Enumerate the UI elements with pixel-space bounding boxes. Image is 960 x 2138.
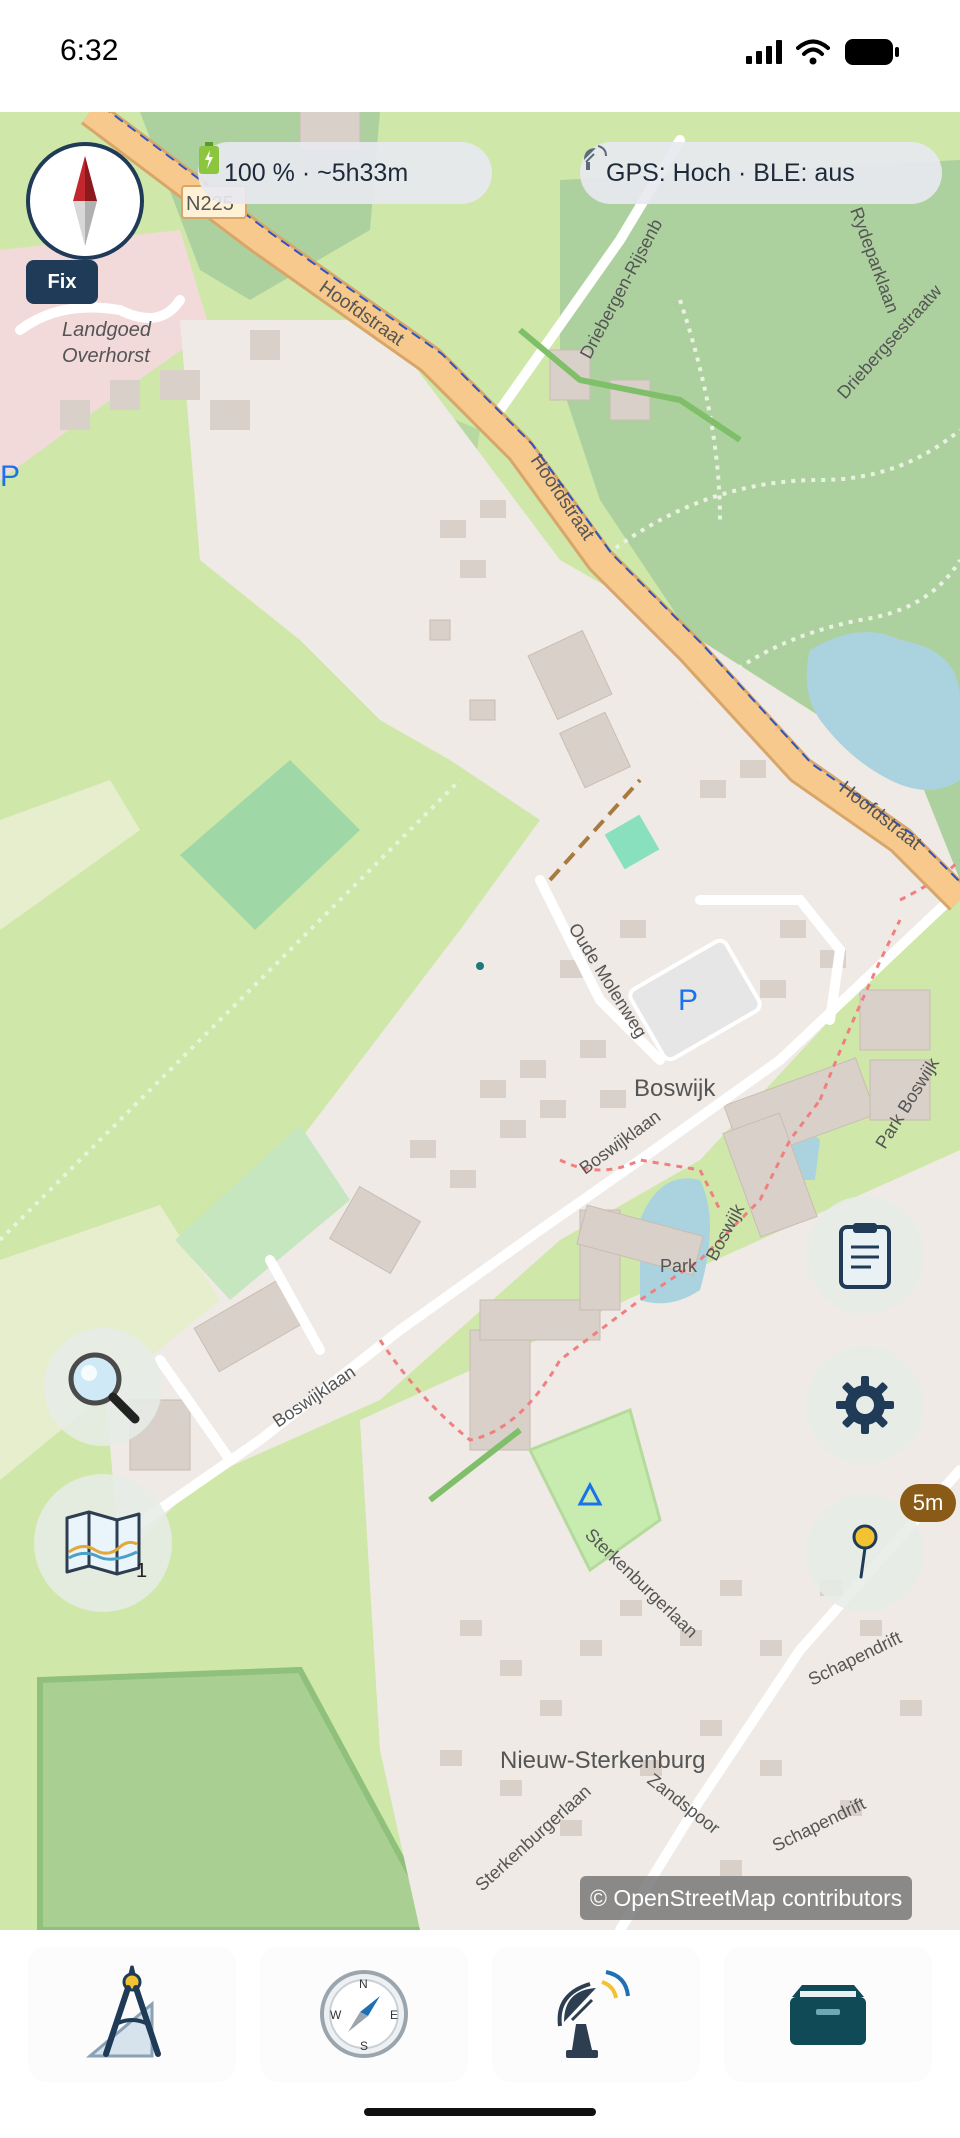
label-park: Park (660, 1256, 698, 1276)
battery-pill: 100 % · ~5h33m (198, 142, 492, 204)
satellite-dish-icon (557, 1970, 630, 2058)
gps-status-pill: GPS: Hoch · BLE: aus (580, 142, 942, 204)
folded-map-icon (65, 1510, 141, 1576)
battery-status-icon (845, 39, 899, 65)
parking-sign-main: P (678, 984, 698, 1017)
search-button[interactable] (44, 1328, 162, 1446)
label-overhorst: Overhorst (62, 345, 151, 367)
tab-navigate[interactable]: N S W E (260, 1946, 468, 2082)
svg-text:N: N (359, 1977, 368, 1991)
map-attribution[interactable]: © OpenStreetMap contributors (580, 1876, 913, 1920)
checklist-button[interactable] (806, 1196, 924, 1314)
tab-files[interactable] (724, 1946, 932, 2082)
bottom-tab-bar: N S W E (0, 1930, 960, 2138)
parking-sign-left: P (0, 460, 20, 493)
magnifier-icon (68, 1352, 140, 1424)
fix-badge[interactable]: Fix (26, 260, 98, 304)
map-layers-button[interactable]: 1 (34, 1474, 172, 1612)
distance-badge: 5m (900, 1484, 956, 1522)
tab-measure[interactable] (28, 1946, 236, 2082)
map-view[interactable]: N225 P P Landgoed Overhorst Hoofdstraat … (0, 112, 960, 1930)
label-landgoed: Landgoed (62, 319, 152, 341)
svg-text:E: E (390, 2008, 398, 2022)
status-time: 6:32 (60, 34, 119, 67)
wifi-icon (796, 39, 830, 65)
battery-text: 100 % · ~5h33m (224, 158, 409, 187)
signal-icon (746, 40, 782, 64)
compass-needle-icon (73, 156, 97, 246)
layers-count: 1 (136, 1560, 148, 1582)
map-canvas[interactable]: N225 P P Landgoed Overhorst Hoofdstraat … (0, 112, 960, 1930)
gear-icon (836, 1376, 894, 1434)
battery-icon (199, 142, 219, 174)
map-compass-button[interactable] (26, 142, 144, 260)
map-pin-icon (852, 1524, 878, 1579)
home-indicator (364, 2108, 596, 2116)
file-box-icon (790, 1985, 866, 2045)
status-bar: 6:32 (0, 0, 960, 112)
label-boswijk: Boswijk (634, 1075, 716, 1102)
tab-gps[interactable] (492, 1946, 700, 2082)
clipboard-icon (839, 1223, 891, 1289)
label-nieuw-sterkenburg: Nieuw-Sterkenburg (500, 1747, 705, 1774)
svg-text:W: W (330, 2008, 342, 2022)
satellite-dish-icon (584, 145, 607, 170)
gps-status-text: GPS: Hoch · BLE: aus (606, 158, 855, 187)
drafting-compass-icon (85, 1965, 161, 2058)
settings-button[interactable] (806, 1346, 924, 1464)
svg-text:S: S (360, 2039, 368, 2053)
status-icons (746, 38, 900, 66)
compass-icon: N S W E (320, 1970, 408, 2058)
